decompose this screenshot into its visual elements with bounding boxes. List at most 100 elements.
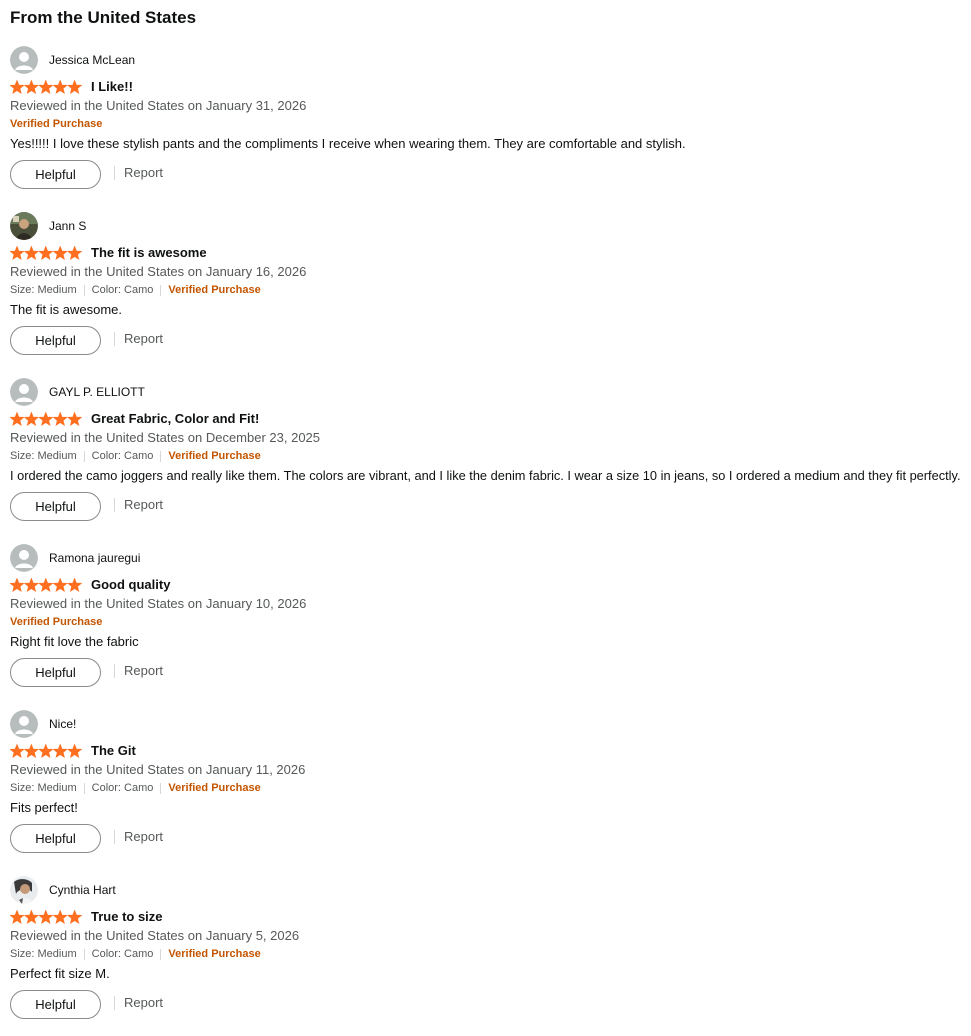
- review-actions: Helpful Report: [10, 824, 163, 853]
- star-rating[interactable]: [10, 80, 82, 94]
- user-photo-avatar: [10, 212, 38, 240]
- helpful-button[interactable]: Helpful: [10, 326, 101, 355]
- star-rating-graphic: [10, 80, 82, 94]
- star-icon: [66, 412, 82, 426]
- star-icon: [10, 412, 25, 426]
- reviewer-profile[interactable]: Ramona jauregui: [10, 544, 140, 572]
- reviewer-name[interactable]: GAYL P. ELLIOTT: [49, 384, 145, 400]
- color-attribute[interactable]: Color: Camo: [92, 282, 154, 298]
- default-avatar-icon: [10, 710, 38, 738]
- review-card: Cynthia Hart True to size Reviewed in th…: [10, 876, 970, 1036]
- meta-divider: [160, 948, 162, 960]
- review-title[interactable]: True to size: [91, 908, 163, 926]
- star-icon: [10, 744, 25, 758]
- meta-divider: [83, 948, 85, 960]
- default-avatar-icon: [10, 544, 38, 572]
- color-attribute[interactable]: Color: Camo: [92, 448, 154, 464]
- action-divider: [114, 663, 115, 678]
- report-link[interactable]: Report: [124, 662, 163, 680]
- helpful-button[interactable]: Helpful: [10, 160, 101, 189]
- review-date: Reviewed in the United States on January…: [10, 596, 307, 611]
- review-meta: Size: Medium Color: Camo Verified Purcha…: [10, 282, 261, 298]
- review-body: I ordered the camo joggers and really li…: [10, 468, 961, 483]
- star-rating[interactable]: [10, 246, 82, 260]
- review-title[interactable]: The fit is awesome: [91, 244, 207, 262]
- report-link[interactable]: Report: [124, 496, 163, 514]
- verified-purchase-badge: Verified Purchase: [10, 118, 103, 130]
- review-title[interactable]: Great Fabric, Color and Fit!: [91, 410, 259, 428]
- review-title-row: The Git: [10, 742, 136, 760]
- verified-purchase-badge: Verified Purchase: [168, 782, 261, 794]
- meta-divider: [160, 782, 162, 794]
- review-date: Reviewed in the United States on January…: [10, 928, 300, 943]
- reviewer-name[interactable]: Nice!: [49, 716, 76, 732]
- star-rating[interactable]: [10, 578, 82, 592]
- star-icon: [23, 744, 40, 758]
- star-icon: [10, 80, 25, 94]
- meta-divider: [83, 782, 85, 794]
- reviewer-profile[interactable]: GAYL P. ELLIOTT: [10, 378, 145, 406]
- color-attribute[interactable]: Color: Camo: [92, 780, 154, 796]
- reviewer-name[interactable]: Jessica McLean: [49, 52, 135, 68]
- review-title[interactable]: Good quality: [91, 576, 170, 594]
- default-avatar-icon: [10, 46, 38, 74]
- helpful-button[interactable]: Helpful: [10, 658, 101, 687]
- review-card: Ramona jauregui Good quality Reviewed in…: [10, 544, 970, 704]
- review-title[interactable]: I Like!!: [91, 78, 133, 96]
- star-icon: [38, 80, 54, 94]
- helpful-button[interactable]: Helpful: [10, 492, 101, 521]
- star-rating[interactable]: [10, 744, 82, 758]
- action-divider: [114, 497, 115, 512]
- review-title[interactable]: The Git: [91, 742, 136, 760]
- reviewer-profile[interactable]: Nice!: [10, 710, 76, 738]
- size-attribute[interactable]: Size: Medium: [10, 946, 77, 962]
- star-icon: [23, 412, 40, 426]
- size-attribute[interactable]: Size: Medium: [10, 448, 77, 464]
- review-body: Fits perfect!: [10, 800, 78, 815]
- star-icon: [10, 246, 25, 260]
- reviewer-name[interactable]: Jann S: [49, 218, 86, 234]
- review-meta: Size: Medium Color: Camo Verified Purcha…: [10, 946, 261, 962]
- star-icon: [23, 80, 40, 94]
- section-title: From the United States: [10, 8, 197, 27]
- review-title-row: True to size: [10, 908, 163, 926]
- reviews-page: From the United States Jessica McLean I …: [0, 0, 971, 1026]
- helpful-button[interactable]: Helpful: [10, 824, 101, 853]
- size-attribute[interactable]: Size: Medium: [10, 780, 77, 796]
- star-icon: [38, 910, 54, 924]
- review-meta: Verified Purchase: [10, 614, 102, 630]
- user-photo-avatar: [10, 876, 38, 904]
- report-link[interactable]: Report: [124, 994, 163, 1012]
- color-attribute[interactable]: Color: Camo: [92, 946, 154, 962]
- meta-divider: [160, 284, 162, 296]
- reviewer-profile[interactable]: Jann S: [10, 212, 86, 240]
- review-meta: Size: Medium Color: Camo Verified Purcha…: [10, 448, 261, 464]
- star-rating[interactable]: [10, 412, 82, 426]
- star-icon: [52, 744, 68, 758]
- review-body: Yes!!!!! I love these stylish pants and …: [10, 136, 686, 151]
- review-meta: Size: Medium Color: Camo Verified Purcha…: [10, 780, 261, 796]
- star-rating-graphic: [10, 578, 82, 592]
- report-link[interactable]: Report: [124, 164, 163, 182]
- action-divider: [114, 829, 115, 844]
- review-actions: Helpful Report: [10, 160, 163, 189]
- report-link[interactable]: Report: [124, 330, 163, 348]
- reviewer-name[interactable]: Ramona jauregui: [49, 550, 140, 566]
- helpful-button[interactable]: Helpful: [10, 990, 101, 1019]
- star-icon: [38, 246, 54, 260]
- star-icon: [38, 412, 54, 426]
- star-icon: [23, 578, 40, 592]
- review-actions: Helpful Report: [10, 990, 163, 1019]
- review-title-row: Great Fabric, Color and Fit!: [10, 410, 259, 428]
- report-link[interactable]: Report: [124, 828, 163, 846]
- reviewer-profile[interactable]: Jessica McLean: [10, 46, 135, 74]
- review-body: Right fit love the fabric: [10, 634, 139, 649]
- star-icon: [38, 578, 54, 592]
- star-icon: [66, 80, 82, 94]
- review-title-row: I Like!!: [10, 78, 133, 96]
- star-rating[interactable]: [10, 910, 82, 924]
- reviewer-name[interactable]: Cynthia Hart: [49, 882, 116, 898]
- reviewer-profile[interactable]: Cynthia Hart: [10, 876, 116, 904]
- size-attribute[interactable]: Size: Medium: [10, 282, 77, 298]
- review-meta: Verified Purchase: [10, 116, 102, 132]
